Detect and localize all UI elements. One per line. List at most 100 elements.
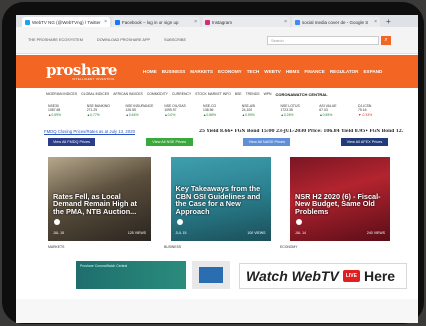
ecosystem-link[interactable]: THE PROSHARE ECOSYSTEM: [28, 38, 83, 42]
index-item[interactable]: NSE BANKING 271.29 ▲0.77%: [87, 104, 117, 117]
google-icon: [295, 19, 300, 25]
play-icon[interactable]: [176, 219, 183, 225]
coronawatch-banner[interactable]: Proshare CoronaWatch Central: [76, 261, 186, 289]
story-views: 100 VIEWS: [247, 231, 266, 235]
play-icon[interactable]: [54, 219, 60, 225]
index-change: ▲0.77%: [86, 112, 100, 117]
watch-webtv-text: Watch WebTV: [246, 268, 339, 284]
subscribe-link[interactable]: SUBSCRIBE: [164, 38, 186, 42]
index-change: ▲0.64%: [125, 112, 139, 117]
index-change: ▲0.59%: [241, 112, 255, 117]
view-nse-prices-button[interactable]: View All NSE Prices: [145, 138, 193, 146]
story-views: 240 VIEWS: [366, 231, 385, 235]
tab-title: social media cover de - Google S: [302, 19, 369, 25]
instagram-icon: [205, 19, 210, 25]
featured-stories: Rates Fell, as Local Demand Remain High …: [48, 157, 390, 241]
download-app-link[interactable]: DOWNLOAD PROSHARE APP: [97, 38, 150, 42]
menu-home[interactable]: HOME: [143, 69, 157, 74]
category-economy[interactable]: ECONOMY: [280, 245, 390, 249]
index-item[interactable]: NSE LOTUS 1723.35 ▲0.26%: [281, 104, 311, 117]
closing-prices-row: FMDQ Closing Prices/Rates as at July 13,…: [44, 129, 404, 134]
logo-tagline: INTELLIGENT INVESTING: [72, 77, 115, 81]
ticker-tab-currency[interactable]: CURRENCY: [172, 92, 191, 97]
menu-hbms[interactable]: HBMS: [286, 69, 300, 74]
story-views: 125 VIEWS: [127, 231, 146, 235]
ad-banner[interactable]: [192, 261, 230, 289]
menu-business[interactable]: BUSINESS: [162, 69, 186, 74]
index-item[interactable]: NSE-ASI 24,100 ▲0.59%: [242, 104, 272, 117]
site-top-bar: THE PROSHARE ECOSYSTEM DOWNLOAD PROSHARE…: [16, 27, 418, 54]
index-change: ▲0.0%: [164, 112, 176, 117]
search-input[interactable]: Search: [267, 36, 379, 45]
story-date: JUL 14: [295, 231, 306, 235]
story-card[interactable]: Key Takeaways from the CBN GSI Guideline…: [170, 157, 271, 241]
story-headline[interactable]: NSR H2 2020 (6) - Fiscal-New Budget, Sam…: [295, 192, 385, 216]
view-afex-prices-button[interactable]: View All AFEX Prices: [340, 138, 388, 146]
index-item[interactable]: NSE-CG 138.56 ▲0.88%: [203, 104, 233, 117]
watch-webtv-banner[interactable]: Watch WebTV LIVE Here: [239, 263, 407, 289]
tab-title: WebTV NG (@WebTVng) / Twitter: [32, 19, 101, 25]
index-item[interactable]: ASI VALUE 67.03 ▲0.55%: [319, 104, 349, 117]
main-menu: HOME BUSINESS MARKETS ECONOMY TECH WEBTV…: [143, 69, 382, 74]
browser-screen: WebTV NG (@WebTVng) / Twitter × Facebook…: [16, 15, 418, 323]
ticker-tab-global[interactable]: GLOBAL INDICES: [81, 92, 109, 97]
index-item[interactable]: NSE30 1087.68 ▲0.59%: [48, 104, 78, 117]
play-icon[interactable]: [296, 219, 302, 225]
category-labels: MARKETS BUSINESS ECONOMY: [48, 245, 390, 249]
index-change: ▲0.55%: [319, 112, 333, 117]
search-icon[interactable]: ⌕: [381, 36, 391, 45]
tablet-frame: WebTV NG (@WebTVng) / Twitter × Facebook…: [2, 2, 424, 324]
story-headline[interactable]: Rates Fell, as Local Demand Remain High …: [53, 192, 146, 216]
bond-ticker: 25 Yield 8.66• FGN Bond 15:00 23-JUL-203…: [199, 129, 404, 134]
story-date: JUL 15: [175, 231, 187, 235]
main-nav-bar: proshare INTELLIGENT INVESTING HOME BUSI…: [16, 55, 418, 88]
browser-tab-google[interactable]: social media cover de - Google S ×: [292, 17, 380, 27]
story-date: JUL 15: [53, 231, 64, 235]
ticker-tab-trends[interactable]: TRENDS: [246, 92, 260, 97]
browser-tab-instagram[interactable]: Instagram ×: [202, 17, 290, 27]
new-tab-button[interactable]: +: [382, 17, 395, 27]
fmdq-closing-link[interactable]: FMDQ Closing Prices/Rates as at July 13,…: [44, 129, 135, 134]
menu-tech[interactable]: TECH: [247, 69, 260, 74]
ticker-tab-bse[interactable]: BSE: [235, 92, 242, 97]
index-item[interactable]: NSE INSURANCE 126.55 ▲0.64%: [126, 104, 156, 117]
index-change: ▼-0.33%: [358, 112, 373, 117]
ticker-tab-commodity[interactable]: COMMODITY: [147, 92, 168, 97]
close-tab-icon[interactable]: ×: [104, 19, 107, 25]
menu-finance[interactable]: FINANCE: [304, 69, 324, 74]
menu-markets[interactable]: MARKETS: [190, 69, 213, 74]
menu-webtv[interactable]: WEBTV: [264, 69, 281, 74]
browser-tab-facebook[interactable]: Facebook – log in or sign up ×: [112, 17, 200, 27]
price-buttons-row: View All FMDQ Prices View All NSE Prices…: [48, 138, 388, 146]
indices-row: NSE30 1087.68 ▲0.59% NSE BANKING 271.29 ▲0.7…: [48, 104, 388, 117]
category-markets[interactable]: MARKETS: [48, 245, 158, 249]
view-nasd-prices-button[interactable]: View All NASD Prices: [243, 138, 291, 146]
ticker-tabs: NIGERIAN INDICES GLOBAL INDICES AFRICAN …: [46, 92, 328, 97]
close-tab-icon[interactable]: ×: [194, 19, 197, 25]
ticker-tab-coronawatch[interactable]: CORONAWATCH CENTRAL: [275, 92, 327, 97]
live-badge: LIVE: [342, 270, 360, 282]
story-card[interactable]: Rates Fell, as Local Demand Remain High …: [48, 157, 151, 241]
menu-expand[interactable]: EXPAND: [363, 69, 382, 74]
ticker-tab-nigerian[interactable]: NIGERIAN INDICES: [46, 92, 77, 97]
ticker-tab-wpn[interactable]: WPN: [264, 92, 272, 97]
ticker-tab-african[interactable]: AFRICAN INDICES: [113, 92, 143, 97]
index-change: ▲0.59%: [48, 112, 61, 117]
browser-tab-twitter[interactable]: WebTV NG (@WebTVng) / Twitter ×: [22, 17, 110, 27]
story-card[interactable]: NSR H2 2020 (6) - Fiscal-New Budget, Sam…: [290, 157, 390, 241]
index-item[interactable]: NSE OIL/GAS 1099.97 ▲0.0%: [164, 104, 194, 117]
story-headline[interactable]: Key Takeaways from the CBN GSI Guideline…: [176, 185, 266, 215]
browser-tab-bar: WebTV NG (@WebTVng) / Twitter × Facebook…: [16, 15, 418, 27]
category-business[interactable]: BUSINESS: [164, 245, 274, 249]
menu-regulator[interactable]: REGULATOR: [330, 69, 359, 74]
ticker-tab-stock-info[interactable]: STOCK MARKET INFO: [195, 92, 231, 97]
story-meta: JUL 14 240 VIEWS: [295, 231, 385, 235]
menu-economy[interactable]: ECONOMY: [218, 69, 242, 74]
close-tab-icon[interactable]: ×: [284, 19, 287, 25]
index-item[interactable]: DJ-ICSN 75.16 ▼-0.33%: [358, 104, 388, 117]
twitter-icon: [25, 19, 30, 25]
close-tab-icon[interactable]: ×: [374, 19, 377, 25]
story-meta: JUL 15 100 VIEWS: [176, 231, 266, 235]
index-change: ▲0.88%: [203, 112, 216, 117]
view-fmdq-prices-button[interactable]: View All FMDQ Prices: [48, 138, 95, 146]
